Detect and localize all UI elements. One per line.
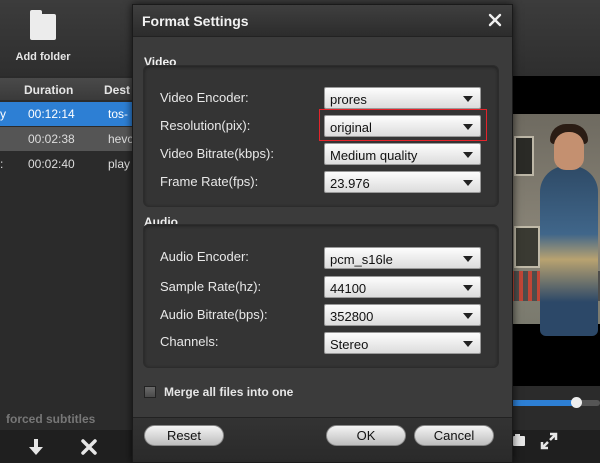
audio-bitrate-label: Audio Bitrate(bps): (160, 307, 268, 322)
merge-checkbox[interactable] (144, 386, 156, 398)
channels-select[interactable]: Stereo (324, 332, 481, 354)
video-preview (510, 76, 600, 386)
dialog-title: Format Settings (142, 13, 249, 29)
close-icon[interactable] (487, 12, 503, 28)
row-destination: hevc (108, 132, 134, 146)
add-folder-button[interactable]: Add folder (8, 6, 78, 68)
row-duration: 00:02:40 (28, 157, 75, 171)
chevron-down-icon (463, 180, 473, 186)
file-row[interactable]: y 00:12:14 tos- (0, 102, 140, 126)
video-bitrate-select[interactable]: Medium quality (324, 143, 481, 165)
reset-button[interactable]: Reset (144, 425, 224, 446)
channels-value: Stereo (330, 337, 369, 352)
file-row[interactable]: 00:02:38 hevc (0, 127, 140, 151)
snapshot-icon[interactable] (512, 433, 526, 447)
add-folder-label: Add folder (15, 51, 71, 63)
channels-label: Channels: (160, 334, 219, 349)
cancel-button[interactable]: Cancel (414, 425, 494, 446)
seek-bar[interactable] (510, 397, 600, 408)
row-destination: tos- (108, 107, 129, 121)
row-duration: 00:12:14 (28, 107, 75, 121)
seek-progress (510, 400, 578, 406)
chevron-down-icon (463, 341, 473, 347)
move-down-icon[interactable] (28, 438, 44, 456)
chevron-down-icon (463, 256, 473, 262)
file-list-empty-area (0, 176, 140, 406)
video-encoder-label: Video Encoder: (160, 90, 249, 105)
video-encoder-value: prores (330, 92, 367, 107)
frame-rate-label: Frame Rate(fps): (160, 174, 259, 189)
video-bitrate-value: Medium quality (330, 148, 418, 163)
fullscreen-icon[interactable] (540, 432, 558, 450)
ok-button[interactable]: OK (326, 425, 406, 446)
audio-encoder-value: pcm_s16le (330, 252, 393, 267)
column-duration[interactable]: Duration (24, 83, 73, 97)
frame-rate-value: 23.976 (330, 176, 370, 191)
sample-rate-select[interactable]: 44100 (324, 276, 481, 298)
row-destination: play (108, 157, 131, 171)
chevron-down-icon (463, 96, 473, 102)
chevron-down-icon (463, 285, 473, 291)
chevron-down-icon (463, 313, 473, 319)
format-settings-dialog: Format Settings Video Video Encoder: pro… (132, 4, 513, 463)
audio-bitrate-select[interactable]: 352800 (324, 304, 481, 326)
row-lead-text: y (0, 107, 6, 121)
file-list-header: Duration Dest (0, 78, 140, 100)
highlight-box (319, 109, 487, 141)
chevron-down-icon (463, 152, 473, 158)
delete-icon[interactable] (80, 438, 98, 456)
row-lead-text: : (0, 157, 4, 171)
folder-icon (30, 10, 56, 40)
audio-encoder-label: Audio Encoder: (160, 249, 249, 264)
audio-bitrate-value: 352800 (330, 309, 374, 324)
forced-subtitles-label: forced subtitles (6, 412, 96, 426)
merge-label[interactable]: Merge all files into one (164, 385, 293, 399)
file-row[interactable]: : 00:02:40 play (0, 152, 140, 176)
row-duration: 00:02:38 (28, 132, 75, 146)
seek-handle[interactable] (571, 397, 582, 408)
column-destination[interactable]: Dest (104, 83, 130, 97)
audio-encoder-select[interactable]: pcm_s16le (324, 247, 481, 269)
video-encoder-select[interactable]: prores (324, 87, 481, 109)
frame-rate-select[interactable]: 23.976 (324, 171, 481, 193)
video-bitrate-label: Video Bitrate(kbps): (160, 146, 274, 161)
dialog-titlebar: Format Settings (133, 5, 512, 37)
sample-rate-label: Sample Rate(hz): (160, 279, 262, 294)
resolution-label: Resolution(pix): (160, 118, 251, 133)
sample-rate-value: 44100 (330, 281, 367, 296)
